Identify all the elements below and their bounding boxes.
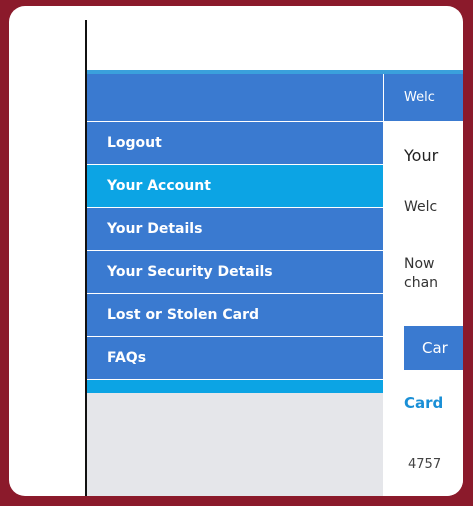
card-link[interactable]: Card — [404, 394, 443, 412]
sidebar-item-label: Your Details — [107, 221, 203, 237]
sidebar-item-lost-stolen-card[interactable]: Lost or Stolen Card — [87, 294, 383, 337]
sidebar: Logout Your Account Your Details Your Se… — [87, 74, 383, 496]
card-number: 4757 — [408, 457, 442, 472]
sidebar-item-label: Lost or Stolen Card — [107, 307, 260, 323]
card-button[interactable]: Car — [404, 326, 463, 370]
sidebar-footer-bar — [87, 380, 383, 393]
sidebar-item-your-account[interactable]: Your Account — [87, 165, 383, 208]
sidebar-item-logout[interactable]: Logout — [87, 122, 383, 165]
info-text: Now chan — [404, 255, 438, 293]
sidebar-header — [87, 74, 383, 122]
info-text-line: chan — [404, 275, 439, 291]
sidebar-item-label: FAQs — [107, 350, 147, 366]
main-content: Welc Your Welc Now chan Car Card 4757 — [383, 74, 463, 496]
sidebar-item-your-details[interactable]: Your Details — [87, 208, 383, 251]
welcome-message: Welc — [404, 199, 438, 215]
page-frame: Logout Your Account Your Details Your Se… — [9, 6, 463, 496]
page-title: Your — [404, 146, 439, 165]
sidebar-item-label: Your Security Details — [107, 264, 273, 280]
sidebar-item-label: Your Account — [107, 178, 211, 194]
info-text-line: Now — [404, 256, 435, 272]
sidebar-item-security-details[interactable]: Your Security Details — [87, 251, 383, 294]
sidebar-item-faqs[interactable]: FAQs — [87, 337, 383, 380]
sidebar-item-label: Logout — [107, 135, 162, 151]
welcome-bar: Welc — [384, 74, 463, 121]
